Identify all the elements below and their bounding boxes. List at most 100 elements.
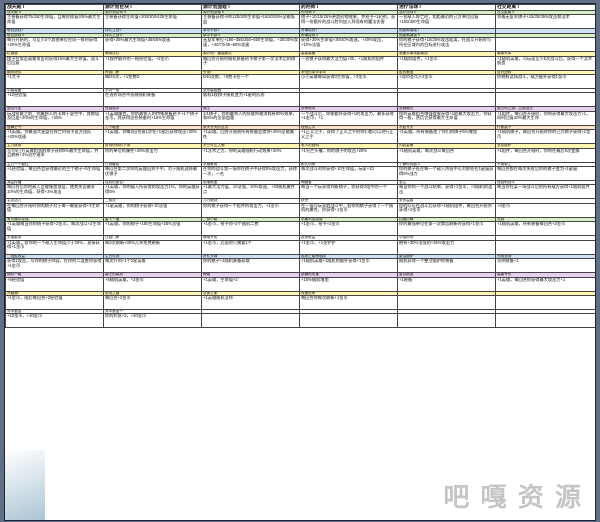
table-row: 主装备获得75/150生命值，且每秒恢复3/5%最大生命值 主装备获得生命值+20… (5, 14, 595, 30)
table-cell: +1英雄随机法师 (201, 294, 300, 310)
table-cell: +12经验值 (5, 92, 104, 108)
table-cell (495, 294, 595, 310)
table-cell: +1正义之手，获得了正义之手的你们都可以进行正义之手 (299, 129, 398, 145)
table-cell: 你的利息+2，+30金币 (103, 313, 202, 329)
table-cell: +1组件，每回合开始时，你将获得最大攻击力+1，同时回复40%最大生命 (495, 110, 595, 126)
table-cell: 一名敌人阵亡时，相距最近的己方单位回复+150/300生命值 (397, 14, 496, 30)
table-cell (299, 313, 398, 329)
table-cell: 每次战斗时你获得+10生命值，玩家+10 (299, 166, 398, 182)
table-cell: 光明装备+1 (495, 258, 595, 274)
table-row: 每分开始时，与至少2个其他单位在同一排时获得+20%生命值 获得+25%最大生命值… (5, 37, 595, 53)
table-cell: 1/1棋子，你的最将人的技能将被消耗有80%效果，和5%的全部血量 (201, 110, 300, 126)
table-cell: +6经验值 (5, 276, 104, 292)
table-row: +1英雄，若你的一个敌人生命值少于20%，直接获得+1金币 每3次刷新+30%几率… (5, 239, 595, 255)
table-cell: +10金币，+30金币 (5, 313, 104, 329)
table-cell: 获得+30%生命值+30/40%攻速，+40%攻击，+10%法强 (299, 37, 398, 53)
table-cell: +1英雄。回合开始前所有装备会提供+25%全能属性 (201, 129, 300, 145)
table-cell (495, 313, 595, 329)
table-cell: +1随机英雄，每次战斗每回合 (397, 147, 496, 163)
table-row: 玩战技能之前，你最将人的卡牌于虚空中，其数值及回血+20%的生命值，+25% +1… (5, 110, 595, 126)
talent-table: 战天殿 I 源计划巨块 I 源计划血蛭 I 药剂师 I 治疗法球 I 社交距离 I 战天殿 … (5, 4, 595, 329)
table-cell: +1随机组件，+1金币 (397, 55, 496, 71)
table-cell: +1组件，每回合开始时，你将在最后5次变换 (495, 147, 595, 163)
table-cell: 每当你在某一场战斗后的所有敌方获得+1随机组件 (495, 184, 595, 200)
table-cell: +1随机英雄，所有装备每回合+2金币 (495, 221, 595, 237)
table-cell (397, 294, 496, 310)
table-cell: +1经验值，每回合会获得最近的三个棋子+5生命值 (5, 166, 104, 182)
table-cell: 你的单位的属性+20%攻击力 (103, 147, 202, 163)
table-cell: 主装备获得生命值+200/300/425生命值 (103, 14, 202, 30)
table-cell: +1金币，随后每回合+2经验值 (5, 294, 104, 310)
table-cell: +4金币 (495, 202, 595, 218)
table-cell: 在你的战斗第一场你在棋子中获得5%攻击力，获得一次，一名 (201, 166, 300, 182)
table-cell: 小小英雄每局获得3生命值，+3金币 (299, 74, 398, 90)
corner-art (5, 450, 45, 520)
table-cell: 随机1枚棋子随机变为+1星的形态 (201, 92, 300, 108)
table-cell: 玩战技能之前，你最将人的卡牌于虚空中，其数值及回血+20%的生命值，+25% (5, 110, 104, 126)
table-cell: 每当一个玩家得到新棋子，你获得2组中的一个 (299, 184, 398, 200)
table-row: +1金币，随后每回合+2经验值 每回合+2金币 +1英雄随机法师 每回合你每次刷新+1… (5, 294, 595, 310)
table-cell: 你的棋子+1随机装备获取 (201, 258, 300, 274)
table-row: +1大子 每DS次，+1免费D D40次数，+5费卡在一个 小小英雄每局获得3生命值，… (5, 74, 595, 90)
table-cell: +1英雄，每回合你获得最大攻击力+1 (495, 276, 595, 292)
table-cell: +1金币，给予+2金币 (299, 221, 398, 237)
table-cell: +1英雄，生命值+2 (201, 276, 300, 292)
table-row: 棋子在攻击或被攻击时获得15%最大生命值，战斗后回复 +1枚件额外的一格经验值，+… (5, 55, 595, 71)
table-row: 在每回合开始时你的棋子对于每一颗星获得+3生命值 +1星英雄，你的棋子获得+10法… (5, 202, 595, 218)
table-cell: 与7/4已方英雄相邻的棋子获得5%最大生命值，并且拥有+3%治疗速率 (5, 147, 104, 163)
table-cell: 每回合第二次你的英雄回到手中，对于随机选择最优棋子 (103, 166, 202, 182)
table-row: +1英雄每当你的棋子获得+2金币，每次战斗+2生命值 +1英雄，你的棋子+180生… (5, 221, 595, 237)
table-row: 与7/4已方英雄相邻的棋子获得5%最大生命值，并且拥有+3%治疗速率 你的单位的属… (5, 147, 595, 163)
table-cell (397, 313, 496, 329)
table-cell (397, 92, 496, 108)
table-cell: 你的英雄组合增强效果获得+1的最大攻击力，你获得一枚，然后它获得最大生命值 (397, 110, 496, 126)
table-row: +10金币，+30金币 你的利息+2，+30金币 (5, 313, 595, 329)
table-cell: +1随机棋子，每回合开始时你的已方棋子获得+1金币 (495, 129, 595, 145)
table-cell: 拥有+30%法强的+25%攻击力 (397, 239, 496, 255)
table-cell: 主装备获得75/150生命值，且每秒恢复3/5%最大生命值 (5, 14, 104, 30)
table-row: 每回合后你的敌人会被施加减益，使其失去最多10%的生命值，获得+3%攻击 +1英雄… (5, 184, 595, 200)
table-cell: 每当你的一个战斗结束，获得+1金币，+3随机的连击 (397, 184, 496, 200)
table-cell: 邻格无友军棋子+15/25/35%攻击和法术 (495, 14, 595, 30)
table-cell: 每分开始时，与至少2个其他单位在同一排时获得+20%生命值 (5, 37, 104, 53)
table-cell: 获得1攻击，与你的棋子阵容，在你的二连胜时获得+1金币 (5, 258, 104, 274)
table-cell: +1最大法力值，10法强，10%攻速，+20随机属性点 (201, 184, 300, 200)
table-cell: 在一场与玩家的战斗中，若你的棋子获得了一个随机的属性，你获得+1金币 (299, 202, 398, 218)
table-cell: +1金币，+1金铲铲 (299, 239, 398, 255)
table-cell: 每回合开始时随机装备给予棋子第一次法术后的棋子 (201, 55, 300, 71)
table-cell: +1随机英雄，与玩家至少5次战斗后，获得一个法术锻造 (495, 55, 595, 71)
table-cell: +15%随机增加 (299, 276, 398, 292)
table-cell: 你的队伍在战斗后获得+1随机组件，每回合开始你获得+2金币 (397, 202, 496, 218)
table-cell: +1英雄，你的敌人所获得的攻击力1%，你的英雄获得5% (103, 184, 202, 200)
table-cell: +1装备 (397, 276, 496, 292)
table-cell: 每次升到+1个2星英雄 (103, 258, 202, 274)
table-cell (495, 37, 595, 53)
table-cell: 你拥有这场战斗，敌方额外获得1金币 (495, 74, 595, 90)
table-cell: 每DS次，+1免费D (103, 74, 202, 90)
table-cell: +1枚件额外的一格经验值，+2金币 (103, 55, 202, 71)
table-cell: +1英雄属性。你的最将人的特殊装备给予+1个棋子金币，其获得这些装备时+15%生… (103, 110, 202, 126)
table-cell: 主装备获得+80/120/200生命值+15/20/25%全能吸血 (201, 14, 300, 30)
table-cell: 你的最强单位在第一次商店刷新时获得+1金币 (397, 221, 496, 237)
table-row: +1英雄。你最强大星盘在阵亡时给予友方团队+20%攻速 +1英雄。你每2回合或1次… (5, 129, 595, 145)
table-cell: D40次数，+5费卡在一个 (201, 74, 300, 90)
table-cell: 无友军单位+190~355/250~600生命值，+20/30%攻速，+40/7… (201, 37, 300, 53)
table-cell (299, 92, 398, 108)
talent-table-sheet: 战天殿 I 源计划巨块 I 源计划血蛭 I 药剂师 I 治疗法球 I 社交距离 I 战天殿 … (4, 3, 596, 521)
table-cell: 你的棋子获得一个组件的攻击力，+1金币 (201, 202, 300, 218)
table-cell: 在每回合开始时你的棋子对于每一颗星获得+3生命值 (5, 202, 104, 218)
table-cell: +1英雄。你最强大星盘在阵亡时给予友方团队+20%攻速 (5, 129, 104, 145)
table-cell: +1英雄。所有装备加了你们的棋子5%增加 (397, 129, 496, 145)
table-row: +6经验值 +6随机英雄，+2金币 +1英雄，生命值+2 +15%随机增加 +1装备 +1… (5, 276, 595, 292)
table-row: 获得1攻击，与你的棋子阵容，在你的二连胜时获得+1金币 每次升到+1个2星英雄 你的… (5, 258, 595, 274)
table-cell: 你的棋子处在每一个敌人阵营中可对那些在1星级获得5%战力 (397, 166, 496, 182)
table-cell: +1随机英雄+1随机的额外获得+1金币 (299, 258, 398, 274)
table-cell: 棋子在攻击或被攻击时获得15%最大生命值，战斗后回复 (5, 55, 104, 71)
table-cell: 在选秀场合中选装随机装备 (103, 92, 202, 108)
table-cell: 一个战斗后，你能额外获得+1的攻击力，最多获得+1金币，+1 (299, 110, 398, 126)
table-row: +1经验值，每回合会获得最近的三个棋子+5生命值 每回合第二次你的英雄回到手中，对… (5, 166, 595, 182)
table-cell: 随机获得一个整活锻炉的装备 (397, 258, 496, 274)
table-cell: 一名棋子获得最大法力值+30，+1随机的组件 (299, 55, 398, 71)
table-cell: 每回合你每次刷新+1金币 (299, 294, 398, 310)
table-cell: +1英雄。你每2回合或1次在+1星后获得攻击+30% (103, 129, 202, 145)
